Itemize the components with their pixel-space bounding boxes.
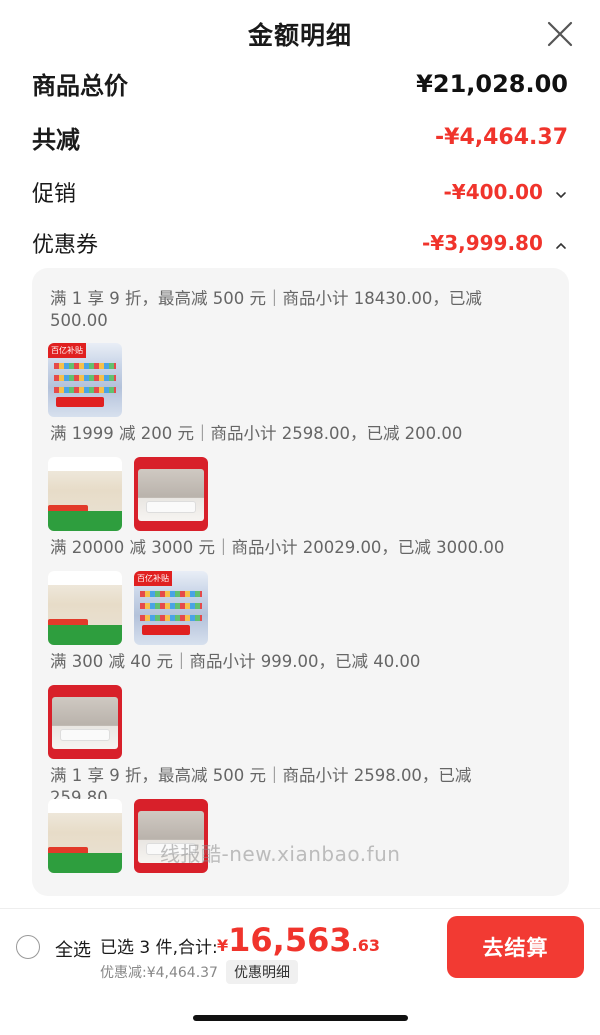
coupon-group-title: 满 1999 减 200 元｜商品小计 2598.00，已减 200.00 xyxy=(50,424,463,443)
coupon-group-title: 满 300 减 40 元｜商品小计 999.00，已减 40.00 xyxy=(50,652,421,671)
thumb-header xyxy=(48,571,122,585)
shelf-stripe xyxy=(54,387,116,393)
bed-room xyxy=(138,469,204,521)
shelf-stripe xyxy=(54,363,116,369)
promo-value-wrap: -¥400.00 xyxy=(444,180,569,204)
product-thumbs xyxy=(48,457,208,531)
promo-banner xyxy=(56,397,104,407)
total-price: ¥16,563.63 xyxy=(217,921,380,959)
shelf-stripe xyxy=(54,375,116,381)
coupon-label: 优惠券 xyxy=(32,233,99,258)
product-thumbs: 百亿补贴 xyxy=(48,343,122,417)
reduction-value: -¥4,464.37 xyxy=(435,125,568,150)
product-thumbnail[interactable] xyxy=(134,457,208,531)
chevron-up-icon[interactable] xyxy=(554,239,568,253)
reduction-row: 共减 -¥4,464.37 xyxy=(32,120,568,155)
product-thumbnail[interactable]: 百亿补贴 xyxy=(48,343,122,417)
product-thumbnail[interactable] xyxy=(48,799,122,873)
product-thumbs xyxy=(48,685,122,759)
subsidy-badge: 百亿补贴 xyxy=(134,571,172,586)
product-thumbnail[interactable] xyxy=(48,685,122,759)
mattress xyxy=(146,501,196,513)
coupon-value-wrap: -¥3,999.80 xyxy=(422,231,568,255)
thumb-header xyxy=(48,457,122,471)
bed-room xyxy=(52,697,118,749)
discount-summary: 优惠减:¥4,464.37 xyxy=(100,965,218,981)
promo-strip xyxy=(48,625,122,645)
coupon-value: -¥3,999.80 xyxy=(421,231,543,255)
subsidy-badge: 百亿补贴 xyxy=(48,343,86,358)
chevron-down-icon[interactable] xyxy=(554,188,568,202)
product-thumbnail[interactable] xyxy=(48,571,122,645)
product-thumbs: 百亿补贴 xyxy=(48,571,208,645)
total-decimal: .63 xyxy=(351,936,380,955)
shelf-stripe xyxy=(140,615,202,621)
reduction-label: 共减 xyxy=(32,126,80,154)
selected-count: 已选 3 件,合计: xyxy=(100,938,218,958)
goods-total-value: ¥21,028.00 xyxy=(416,69,568,98)
promo-strip xyxy=(48,853,122,873)
promo-row[interactable]: 促销 -¥400.00 xyxy=(32,176,568,208)
product-thumbnail[interactable]: 百亿补贴 xyxy=(134,571,208,645)
promo-strip xyxy=(48,511,122,531)
coupon-group-title: 满 20000 减 3000 元｜商品小计 20029.00，已减 3000.0… xyxy=(50,538,505,557)
checkout-bar: 全选 已选 3 件,合计: ¥16,563.63 优惠减:¥4,464.37 优… xyxy=(0,908,600,984)
goods-total-label: 商品总价 xyxy=(32,72,128,100)
select-all-label[interactable]: 全选 xyxy=(55,936,91,962)
shelf-stripe xyxy=(140,603,202,609)
header-bar: 金额明细 xyxy=(0,0,600,68)
thumb-header xyxy=(48,799,122,813)
home-indicator xyxy=(193,1015,408,1021)
goods-total-row: 商品总价 ¥21,028.00 xyxy=(32,66,568,101)
promo-banner xyxy=(142,625,190,635)
product-thumbnail[interactable] xyxy=(48,457,122,531)
total-currency: ¥ xyxy=(217,936,229,955)
discount-detail-button[interactable]: 优惠明细 xyxy=(226,960,298,984)
shelf-stripe xyxy=(140,591,202,597)
close-icon[interactable] xyxy=(546,20,574,48)
select-all-radio[interactable] xyxy=(16,935,40,959)
promo-value: -¥400.00 xyxy=(443,180,543,204)
coupon-row[interactable]: 优惠券 -¥3,999.80 xyxy=(32,227,568,259)
coupon-detail-card: 满 1 享 9 折，最高减 500 元｜商品小计 18430.00，已减 500… xyxy=(32,268,569,896)
page-title: 金额明细 xyxy=(247,21,352,50)
mattress xyxy=(60,729,110,741)
total-integer: 16,563 xyxy=(228,921,352,959)
watermark: 线报酷-new.xianbao.fun xyxy=(160,842,401,866)
checkout-button[interactable]: 去结算 xyxy=(447,916,584,978)
coupon-group-title: 满 1 享 9 折，最高减 500 元｜商品小计 18430.00，已减 500… xyxy=(50,289,482,330)
promo-label: 促销 xyxy=(32,182,77,207)
